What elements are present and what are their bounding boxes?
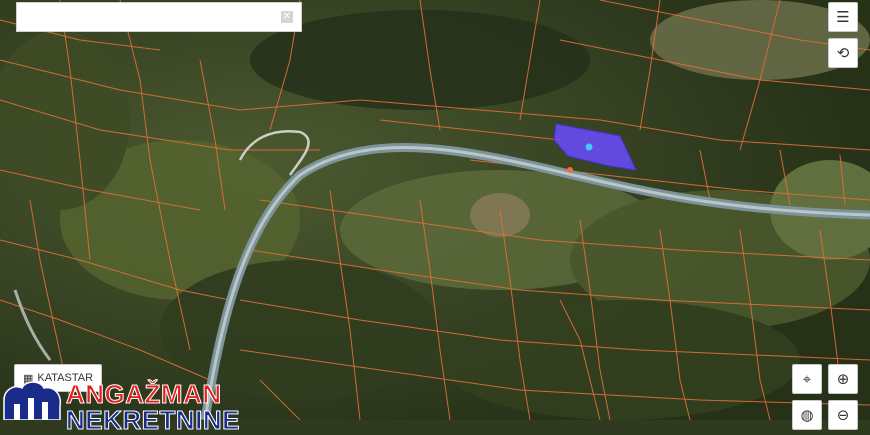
cadastral-map[interactable] (0, 0, 870, 420)
logo-line-2: NEKRETNINE (65, 405, 241, 435)
location-marker (567, 167, 573, 173)
parcel-centroid-marker (585, 143, 593, 151)
globe-button[interactable]: ◍ (792, 400, 822, 430)
hamburger-icon: ☰ (836, 8, 850, 26)
zoom-out-button[interactable]: ⊖ (828, 400, 858, 430)
minus-icon: ⊖ (836, 406, 850, 424)
search-box[interactable]: ✕ (16, 2, 302, 32)
locate-button[interactable]: ⌖ (792, 364, 822, 394)
plus-icon: ⊕ (836, 370, 850, 388)
logo-line-1: ANGAŽMAN (66, 379, 222, 409)
company-logo: ANGAŽMAN NEKRETNINE (0, 378, 240, 434)
refresh-button[interactable]: ⟲ (828, 38, 858, 68)
clear-search-icon[interactable]: ✕ (281, 11, 293, 23)
search-input[interactable] (21, 4, 275, 32)
refresh-icon: ⟲ (836, 44, 850, 62)
zoom-in-button[interactable]: ⊕ (828, 364, 858, 394)
logo-emblem (3, 381, 62, 420)
crosshair-icon: ⌖ (802, 370, 812, 388)
globe-icon: ◍ (800, 406, 814, 424)
menu-button[interactable]: ☰ (828, 2, 858, 32)
